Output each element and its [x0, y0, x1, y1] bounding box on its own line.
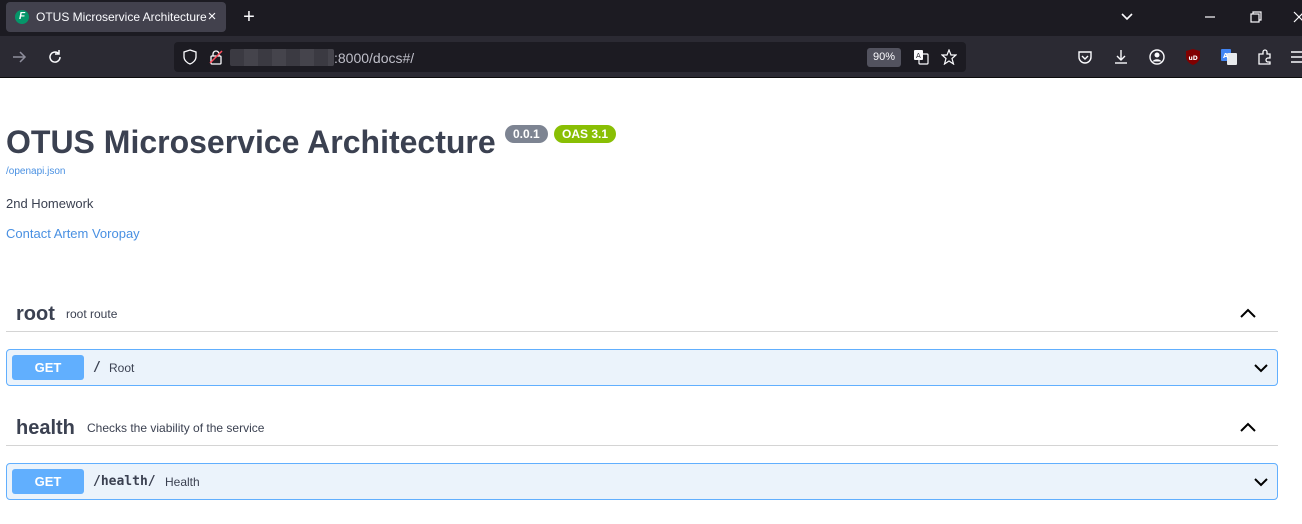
- account-icon[interactable]: [1148, 48, 1166, 66]
- version-badge: 0.0.1: [505, 125, 548, 143]
- reload-icon[interactable]: [46, 48, 64, 66]
- tag-section-root: root root route GET / Root: [6, 296, 1278, 386]
- operation-summary: Root: [109, 361, 135, 375]
- chevron-up-icon[interactable]: [1238, 420, 1258, 434]
- api-title: OTUS Microservice Architecture: [6, 124, 496, 160]
- svg-text:uD: uD: [1189, 55, 1198, 62]
- pocket-icon[interactable]: [1076, 48, 1094, 66]
- tag-name: root: [16, 303, 55, 325]
- ublock-icon[interactable]: uD: [1184, 48, 1202, 66]
- chevron-up-icon[interactable]: [1238, 306, 1258, 320]
- star-icon[interactable]: [941, 49, 957, 65]
- api-description: 2nd Homework: [6, 196, 94, 211]
- browser-tab-bar: F OTUS Microservice Architecture × +: [0, 0, 1302, 36]
- chevron-down-icon[interactable]: [1253, 476, 1269, 488]
- tab-title: OTUS Microservice Architecture: [36, 10, 207, 24]
- browser-nav-bar: :8000/docs#/ 90% A uD A: [0, 36, 1302, 78]
- fastapi-favicon-icon: F: [15, 10, 29, 24]
- operation-path: /: [93, 360, 101, 375]
- oas-badge: OAS 3.1: [554, 125, 617, 143]
- browser-tab[interactable]: F OTUS Microservice Architecture ×: [6, 2, 226, 32]
- new-tab-icon[interactable]: +: [238, 6, 260, 28]
- translate-icon[interactable]: A: [913, 49, 929, 65]
- close-window-icon[interactable]: [1290, 8, 1302, 26]
- http-method-badge: GET: [12, 469, 84, 494]
- operation-path: /health/: [93, 474, 156, 489]
- extensions-icon[interactable]: [1256, 48, 1274, 66]
- openapi-json-link[interactable]: /openapi.json: [6, 166, 66, 177]
- svg-text:A: A: [1223, 52, 1229, 60]
- tag-header-root[interactable]: root root route: [6, 296, 1278, 332]
- operation-get-health[interactable]: GET /health/ Health: [6, 463, 1278, 500]
- menu-icon[interactable]: [1288, 48, 1302, 66]
- url-text[interactable]: :8000/docs#/: [334, 50, 414, 66]
- tag-header-health[interactable]: health Checks the viability of the servi…: [6, 410, 1278, 446]
- back-arrow-icon[interactable]: [10, 48, 28, 66]
- tag-section-health: health Checks the viability of the servi…: [6, 410, 1278, 500]
- restore-icon[interactable]: [1247, 8, 1265, 26]
- tab-close-icon[interactable]: ×: [205, 9, 219, 25]
- minimize-icon[interactable]: [1201, 8, 1219, 26]
- tag-description: Checks the viability of the service: [87, 421, 265, 435]
- tab-list-chevron-icon[interactable]: [1118, 8, 1136, 26]
- operation-summary: Health: [165, 475, 200, 489]
- zoom-level-badge[interactable]: 90%: [867, 48, 901, 67]
- translate-extension-icon[interactable]: A: [1220, 48, 1238, 66]
- svg-text:A: A: [916, 52, 921, 60]
- tag-description: root route: [66, 307, 118, 321]
- contact-link[interactable]: Contact Artem Voropay: [6, 226, 140, 242]
- shield-icon[interactable]: [182, 49, 198, 65]
- chevron-down-icon[interactable]: [1253, 362, 1269, 374]
- url-host-redacted: [230, 49, 334, 66]
- url-bar[interactable]: :8000/docs#/ 90% A: [174, 42, 966, 72]
- operation-get-root[interactable]: GET / Root: [6, 349, 1278, 386]
- tag-name: health: [16, 417, 75, 439]
- download-icon[interactable]: [1112, 48, 1130, 66]
- lock-icon[interactable]: [208, 49, 224, 65]
- http-method-badge: GET: [12, 355, 84, 380]
